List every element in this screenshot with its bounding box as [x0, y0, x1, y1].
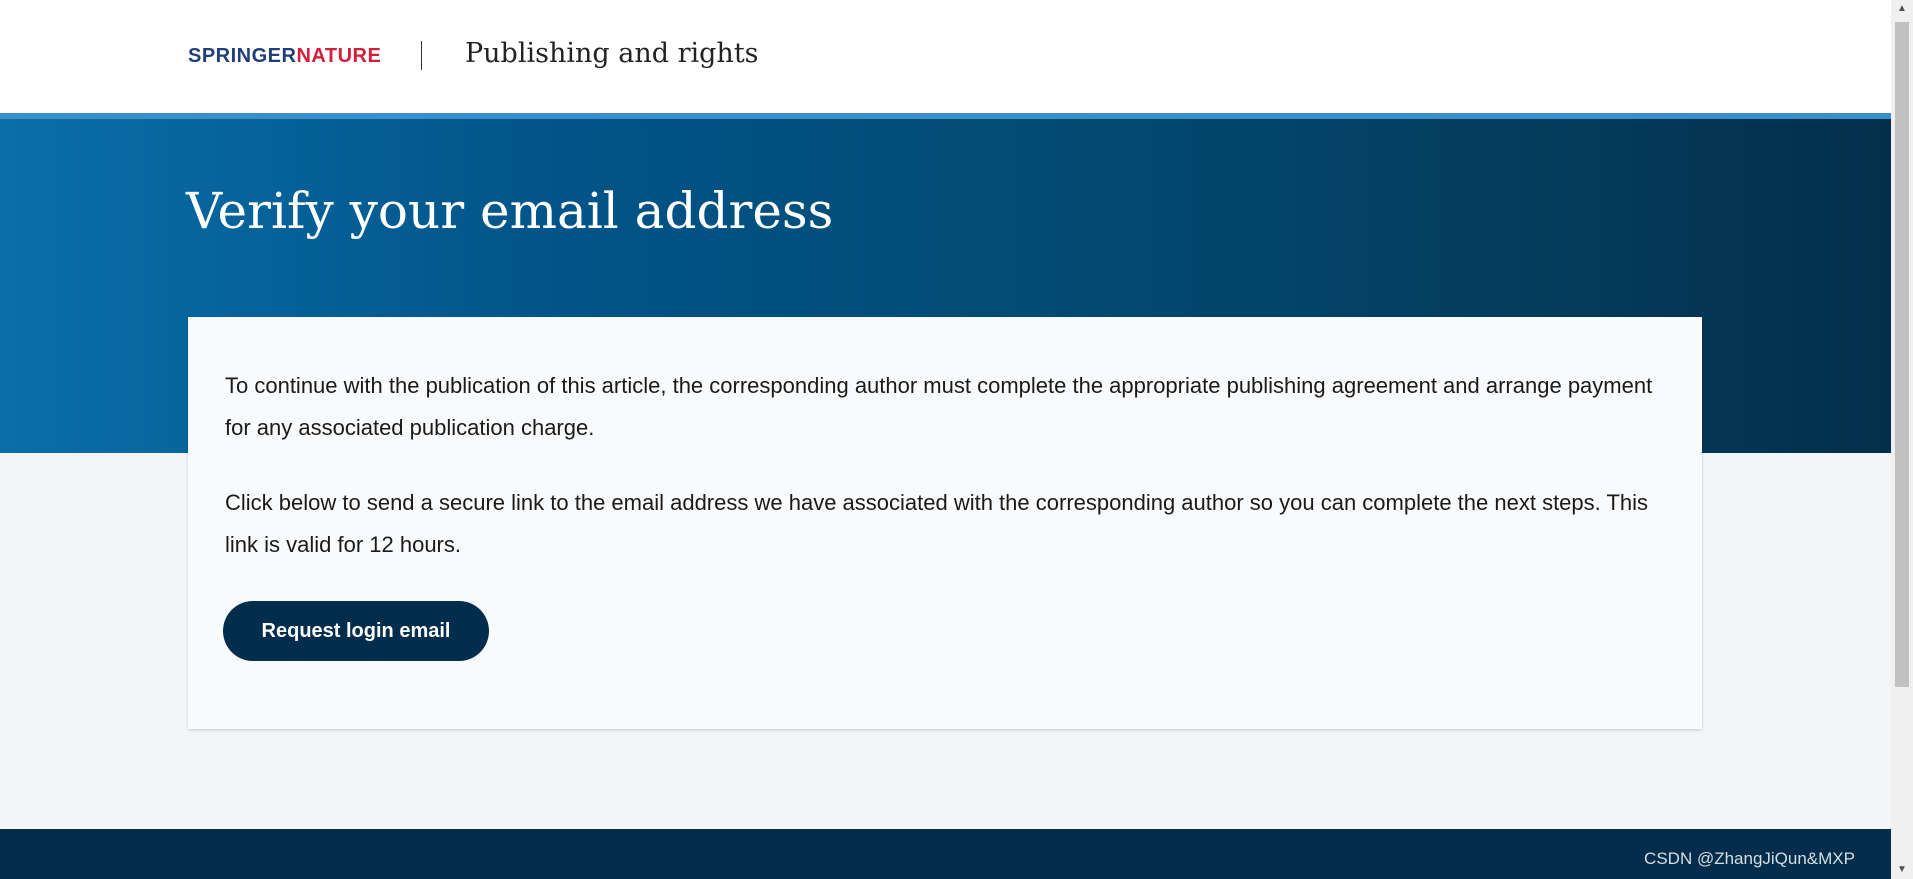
logo-nature-text: NATURE	[296, 45, 382, 67]
scroll-up-arrow-icon[interactable]: ▲	[1891, 0, 1913, 18]
instructions-paragraph: Click below to send a secure link to the…	[225, 490, 1649, 557]
scrollbar-thumb[interactable]	[1895, 22, 1909, 687]
site-title: Publishing and rights	[465, 38, 759, 69]
page-title: Verify your email address	[186, 182, 834, 240]
site-header: SPRINGERNATURE Publishing and rights	[0, 0, 1891, 113]
site-footer: CSDN @ZhangJiQun&MXP	[0, 829, 1891, 879]
scroll-down-arrow-icon[interactable]: ▼	[1891, 861, 1913, 879]
springer-nature-logo[interactable]: SPRINGERNATURE	[188, 44, 381, 68]
vertical-scrollbar[interactable]: ▲ ▼	[1891, 0, 1913, 879]
logo-springer-text: SPRINGER	[188, 45, 297, 67]
verify-card: To continue with the publication of this…	[188, 317, 1702, 729]
header-divider	[421, 41, 422, 70]
watermark-text: CSDN @ZhangJiQun&MXP	[1644, 849, 1855, 868]
request-login-email-button[interactable]: Request login email	[223, 601, 489, 661]
page: SPRINGERNATURE Publishing and rights Ver…	[0, 0, 1913, 879]
intro-paragraph: To continue with the publication of this…	[225, 373, 1653, 440]
